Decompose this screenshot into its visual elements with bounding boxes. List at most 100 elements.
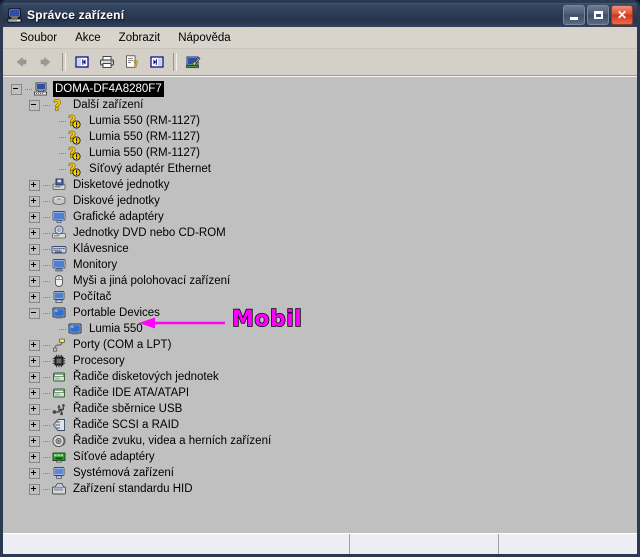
tree-node-label[interactable]: Řadiče IDE ATA/ATAPI (71, 385, 191, 401)
tree-node[interactable]: Procesory (3, 353, 637, 369)
tree-node-label[interactable]: Síťové adaptéry (71, 449, 157, 465)
tree-node-label[interactable]: Porty (COM a LPT) (71, 337, 173, 353)
tree-node-label[interactable]: Řadiče SCSI a RAID (71, 417, 181, 433)
tree-node[interactable]: Řadiče disketových jednotek (3, 369, 637, 385)
scan-hardware-icon (185, 54, 201, 70)
tree-node[interactable]: Monitory (3, 257, 637, 273)
show-hide-tree-button[interactable] (70, 51, 94, 73)
tree-node[interactable]: Řadiče zvuku, videa a herních zařízení (3, 433, 637, 449)
expand-toggle[interactable] (29, 451, 40, 463)
expand-toggle[interactable] (29, 179, 40, 191)
tree-node-label[interactable]: Systémová zařízení (71, 465, 176, 481)
tree-node-label[interactable]: Síťový adaptér Ethernet (87, 161, 213, 177)
tree-node[interactable]: Řadiče SCSI a RAID (3, 417, 637, 433)
tree-node[interactable]: Porty (COM a LPT) (3, 337, 637, 353)
tree-node-label[interactable]: Lumia 550 (87, 321, 145, 337)
tree-node-label[interactable]: Myši a jiná polohovací zařízení (71, 273, 232, 289)
tree-node[interactable]: ? Další zařízení (3, 97, 637, 113)
tree-node-label[interactable]: Počítač (71, 289, 113, 305)
tree-node-label[interactable]: Lumia 550 (RM-1127) (87, 145, 202, 161)
expand-toggle[interactable] (29, 419, 40, 431)
device-tree[interactable]: DOMA-DF4A8280F7 ? Další zařízení ? Lumia… (3, 81, 637, 533)
close-button[interactable]: ✕ (611, 5, 633, 25)
tree-node[interactable]: Diskové jednotky (3, 193, 637, 209)
expand-toggle[interactable] (29, 435, 40, 447)
tree-node[interactable]: Portable Devices (3, 305, 637, 321)
expand-toggle[interactable] (29, 259, 40, 271)
status-pane-2 (350, 534, 499, 554)
toolbar-separator-2 (173, 53, 177, 71)
processor-icon (51, 353, 67, 369)
back-button[interactable] (9, 51, 33, 73)
maximize-button[interactable] (587, 5, 609, 25)
tree-node[interactable]: ? Lumia 550 (RM-1127) (3, 129, 637, 145)
tree-node-label[interactable]: Řadiče disketových jednotek (71, 369, 221, 385)
expand-toggle[interactable] (29, 387, 40, 399)
tree-node-label[interactable]: Procesory (71, 353, 127, 369)
properties-button[interactable]: ? (120, 51, 144, 73)
tree-node[interactable]: Lumia 550 (3, 321, 637, 337)
collapse-toggle[interactable] (29, 307, 40, 319)
toolbar-separator-1 (62, 53, 66, 71)
minimize-button[interactable] (563, 5, 585, 25)
expand-toggle[interactable] (29, 467, 40, 479)
collapse-toggle[interactable] (11, 83, 22, 95)
tree-connector (43, 353, 51, 369)
monitor-icon (51, 257, 67, 273)
tree-node[interactable]: Řadiče IDE ATA/ATAPI (3, 385, 637, 401)
tree-node-label[interactable]: Lumia 550 (RM-1127) (87, 113, 202, 129)
tree-node-label[interactable]: Další zařízení (71, 97, 145, 113)
tree-node-label[interactable]: Monitory (71, 257, 119, 273)
tree-node-label[interactable]: DOMA-DF4A8280F7 (53, 81, 164, 97)
tree-node-label[interactable]: Řadiče sběrnice USB (71, 401, 184, 417)
tree-node[interactable]: ? Lumia 550 (RM-1127) (3, 113, 637, 129)
expand-toggle[interactable] (29, 355, 40, 367)
expand-toggle[interactable] (29, 371, 40, 383)
menu-napoveda[interactable]: Nápověda (169, 30, 239, 46)
tree-node[interactable]: Počítač (3, 289, 637, 305)
expand-toggle[interactable] (29, 403, 40, 415)
tree-node[interactable]: Systémová zařízení (3, 465, 637, 481)
tree-node-label[interactable]: Řadiče zvuku, videa a herních zařízení (71, 433, 273, 449)
tree-node-label[interactable]: Klávesnice (71, 241, 131, 257)
collapse-toggle[interactable] (29, 99, 40, 111)
tree-node-label[interactable]: Disketové jednotky (71, 177, 172, 193)
tree-node[interactable]: Řadiče sběrnice USB (3, 401, 637, 417)
tree-node-label[interactable]: Portable Devices (71, 305, 162, 321)
tree-node-label[interactable]: Zařízení standardu HID (71, 481, 195, 497)
scan-hardware-button[interactable] (181, 51, 205, 73)
expand-toggle[interactable] (29, 211, 40, 223)
expand-toggle[interactable] (29, 243, 40, 255)
tree-node[interactable]: Jednotky DVD nebo CD-ROM (3, 225, 637, 241)
tree-node[interactable]: Klávesnice (3, 241, 637, 257)
expand-toggle[interactable] (29, 483, 40, 495)
expand-toggle[interactable] (29, 227, 40, 239)
tree-node[interactable]: Zařízení standardu HID (3, 481, 637, 497)
tree-node-label[interactable]: Diskové jednotky (71, 193, 162, 209)
tree-node[interactable]: Síťové adaptéry (3, 449, 637, 465)
expand-toggle[interactable] (29, 275, 40, 287)
tree-node-label[interactable]: Lumia 550 (RM-1127) (87, 129, 202, 145)
svg-text:?: ? (133, 60, 138, 70)
tree-node[interactable]: Grafické adaptéry (3, 209, 637, 225)
menu-soubor[interactable]: Soubor (11, 30, 66, 46)
tree-node[interactable]: Myši a jiná polohovací zařízení (3, 273, 637, 289)
tree-node[interactable]: ? Síťový adaptér Ethernet (3, 161, 637, 177)
menu-zobrazit[interactable]: Zobrazit (110, 30, 170, 46)
menu-akce[interactable]: Akce (66, 30, 110, 46)
tree-node-label[interactable]: Jednotky DVD nebo CD-ROM (71, 225, 228, 241)
print-button[interactable] (95, 51, 119, 73)
title-bar[interactable]: Správce zařízení ✕ (3, 3, 637, 27)
expand-toggle[interactable] (29, 291, 40, 303)
tree-connector (43, 385, 51, 401)
forward-button[interactable] (34, 51, 58, 73)
expand-toggle[interactable] (29, 339, 40, 351)
view-button[interactable] (145, 51, 169, 73)
tree-node-label[interactable]: Grafické adaptéry (71, 209, 166, 225)
tree-node[interactable]: DOMA-DF4A8280F7 (3, 81, 637, 97)
tree-node[interactable]: Disketové jednotky (3, 177, 637, 193)
floppy-drive-icon (51, 177, 67, 193)
tree-node[interactable]: ? Lumia 550 (RM-1127) (3, 145, 637, 161)
expand-toggle[interactable] (29, 195, 40, 207)
